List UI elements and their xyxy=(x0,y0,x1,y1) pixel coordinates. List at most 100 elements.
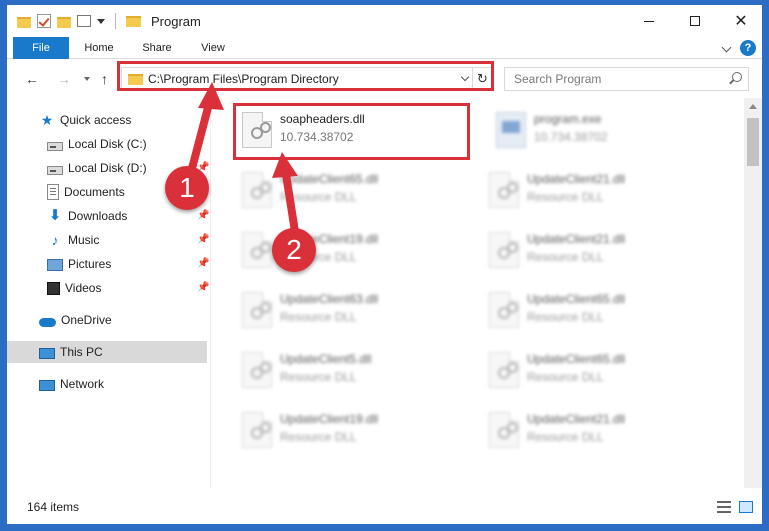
pin-icon[interactable]: 📌 xyxy=(197,282,209,294)
refresh-icon[interactable]: ↻ xyxy=(472,68,492,90)
sidebar-item-quick-access[interactable]: ★ Quick access xyxy=(7,109,207,131)
file-item[interactable]: UpdateClient19.dll Resource DLL xyxy=(230,226,466,276)
file-name: UpdateClient5.dll xyxy=(280,352,372,366)
cloud-icon xyxy=(39,317,56,327)
close-button[interactable]: ✕ xyxy=(718,5,762,37)
search-input[interactable]: Search Program xyxy=(514,72,601,86)
minimize-icon xyxy=(644,20,654,22)
expand-ribbon-chevron-icon[interactable] xyxy=(721,42,732,53)
gear-icon xyxy=(251,422,271,439)
star-icon: ★ xyxy=(40,112,54,128)
file-description: Resource DLL xyxy=(527,250,604,264)
dll-file-icon xyxy=(242,352,272,388)
folder-icon[interactable] xyxy=(17,17,31,28)
recent-locations-caret-icon[interactable] xyxy=(84,77,90,81)
tab-home[interactable]: Home xyxy=(79,37,119,59)
sidebar-item-label: Local Disk (C:) xyxy=(68,137,147,151)
sidebar-item-onedrive[interactable]: OneDrive xyxy=(7,309,207,331)
gear-icon xyxy=(251,302,271,319)
maximize-button[interactable] xyxy=(672,5,718,37)
tab-view[interactable]: View xyxy=(195,37,231,59)
file-item-program-exe[interactable]: program.exe 10.734.38702 xyxy=(484,106,720,156)
sidebar-item-pictures[interactable]: Pictures 📌 xyxy=(7,253,209,275)
sidebar-item-label: Documents xyxy=(64,185,125,199)
file-description: Resource DLL xyxy=(280,190,357,204)
address-bar[interactable]: C:\Program Files\Program Directory ↻ xyxy=(121,67,493,91)
gear-icon xyxy=(498,242,518,259)
file-item[interactable]: UpdateClient5.dll Resource DLL xyxy=(230,346,466,396)
dll-file-icon xyxy=(242,112,272,148)
videos-icon xyxy=(47,282,60,295)
file-name: UpdateClient65.dll xyxy=(280,172,379,186)
pictures-icon xyxy=(47,259,63,271)
status-bar: 164 items xyxy=(7,491,762,524)
properties-check-icon[interactable] xyxy=(37,14,51,28)
window-controls: ✕ xyxy=(626,5,762,37)
gear-icon xyxy=(251,122,271,139)
step-1-badge: 1 xyxy=(165,166,209,210)
file-description: Resource DLL xyxy=(280,370,357,384)
file-item[interactable]: UpdateClient19.dll Resource DLL xyxy=(230,406,466,456)
dll-file-icon xyxy=(242,172,272,208)
file-description: Resource DLL xyxy=(527,370,604,384)
vertical-scrollbar[interactable] xyxy=(744,98,762,488)
pin-icon[interactable]: 📌 xyxy=(197,258,209,270)
item-count: 164 items xyxy=(27,500,80,514)
dll-file-icon xyxy=(489,412,519,448)
up-arrow-icon[interactable]: ↑ xyxy=(101,71,108,87)
large-icons-view-icon[interactable] xyxy=(739,501,753,513)
file-item[interactable]: UpdateClient63.dll Resource DLL xyxy=(230,286,466,336)
file-item[interactable]: UpdateClient65.dll Resource DLL xyxy=(477,346,713,396)
scroll-thumb[interactable] xyxy=(747,118,759,166)
file-item[interactable]: UpdateClient65.dll Resource DLL xyxy=(477,286,713,336)
sidebar-item-this-pc[interactable]: This PC xyxy=(7,341,207,363)
search-box[interactable]: Search Program xyxy=(504,67,749,91)
view-options-icon[interactable] xyxy=(77,15,91,27)
gear-icon xyxy=(498,422,518,439)
file-item[interactable]: UpdateClient21.dll Resource DLL xyxy=(477,406,713,456)
sidebar-item-label: Quick access xyxy=(60,113,132,127)
help-button[interactable]: ? xyxy=(740,40,756,56)
address-dropdown-chevron-icon[interactable] xyxy=(460,72,470,82)
pin-icon[interactable]: 📌 xyxy=(197,210,209,222)
file-item[interactable]: UpdateClient21.dll Resource DLL xyxy=(477,166,713,216)
file-version: 10.734.38702 xyxy=(280,130,354,144)
sidebar-item-network[interactable]: Network xyxy=(7,373,207,395)
forward-arrow-icon[interactable]: → xyxy=(57,71,71,87)
sidebar-item-label: Downloads xyxy=(68,209,128,223)
details-view-icon[interactable] xyxy=(717,501,731,513)
title-bar: Program ✕ xyxy=(7,5,762,37)
address-path[interactable]: C:\Program Files\Program Directory xyxy=(148,72,339,86)
sidebar-item-local-disk-c[interactable]: Local Disk (C:) xyxy=(7,133,207,155)
toolbar-separator xyxy=(115,13,116,29)
sidebar-item-downloads[interactable]: ⬇ Downloads 📌 xyxy=(7,205,210,227)
minimize-button[interactable] xyxy=(626,5,672,37)
ribbon-tabs: File Home Share View ? xyxy=(7,37,762,59)
sidebar-item-videos[interactable]: Videos 📌 xyxy=(7,277,209,299)
step-2-badge: 2 xyxy=(272,228,316,272)
tab-share[interactable]: Share xyxy=(135,37,179,59)
quick-access-toolbar: Program xyxy=(17,13,201,29)
file-version: 10.734.38702 xyxy=(534,130,608,144)
file-description: Resource DLL xyxy=(280,430,357,444)
search-icon[interactable] xyxy=(732,72,742,82)
sidebar-item-label: This PC xyxy=(60,345,103,359)
new-folder-icon[interactable] xyxy=(57,17,71,28)
file-item[interactable]: UpdateClient21.dll Resource DLL xyxy=(477,226,713,276)
file-description: Resource DLL xyxy=(527,430,604,444)
scroll-up-arrow-icon[interactable] xyxy=(749,104,757,109)
exe-file-icon xyxy=(496,112,526,148)
window-title: Program xyxy=(151,13,201,29)
back-arrow-icon[interactable]: ← xyxy=(25,71,39,87)
dll-file-icon xyxy=(489,232,519,268)
gear-icon xyxy=(498,302,518,319)
music-icon: ♪ xyxy=(51,232,59,248)
sidebar-item-music[interactable]: ♪ Music 📌 xyxy=(7,229,210,251)
gear-icon xyxy=(251,182,271,199)
customize-toolbar-caret-icon[interactable] xyxy=(97,18,105,24)
tab-file[interactable]: File xyxy=(13,37,69,59)
pin-icon[interactable]: 📌 xyxy=(197,234,209,246)
file-item[interactable]: UpdateClient65.dll Resource DLL xyxy=(230,166,466,216)
application-icon xyxy=(502,121,520,133)
file-item-soapheaders[interactable]: soapheaders.dll 10.734.38702 xyxy=(230,106,466,156)
